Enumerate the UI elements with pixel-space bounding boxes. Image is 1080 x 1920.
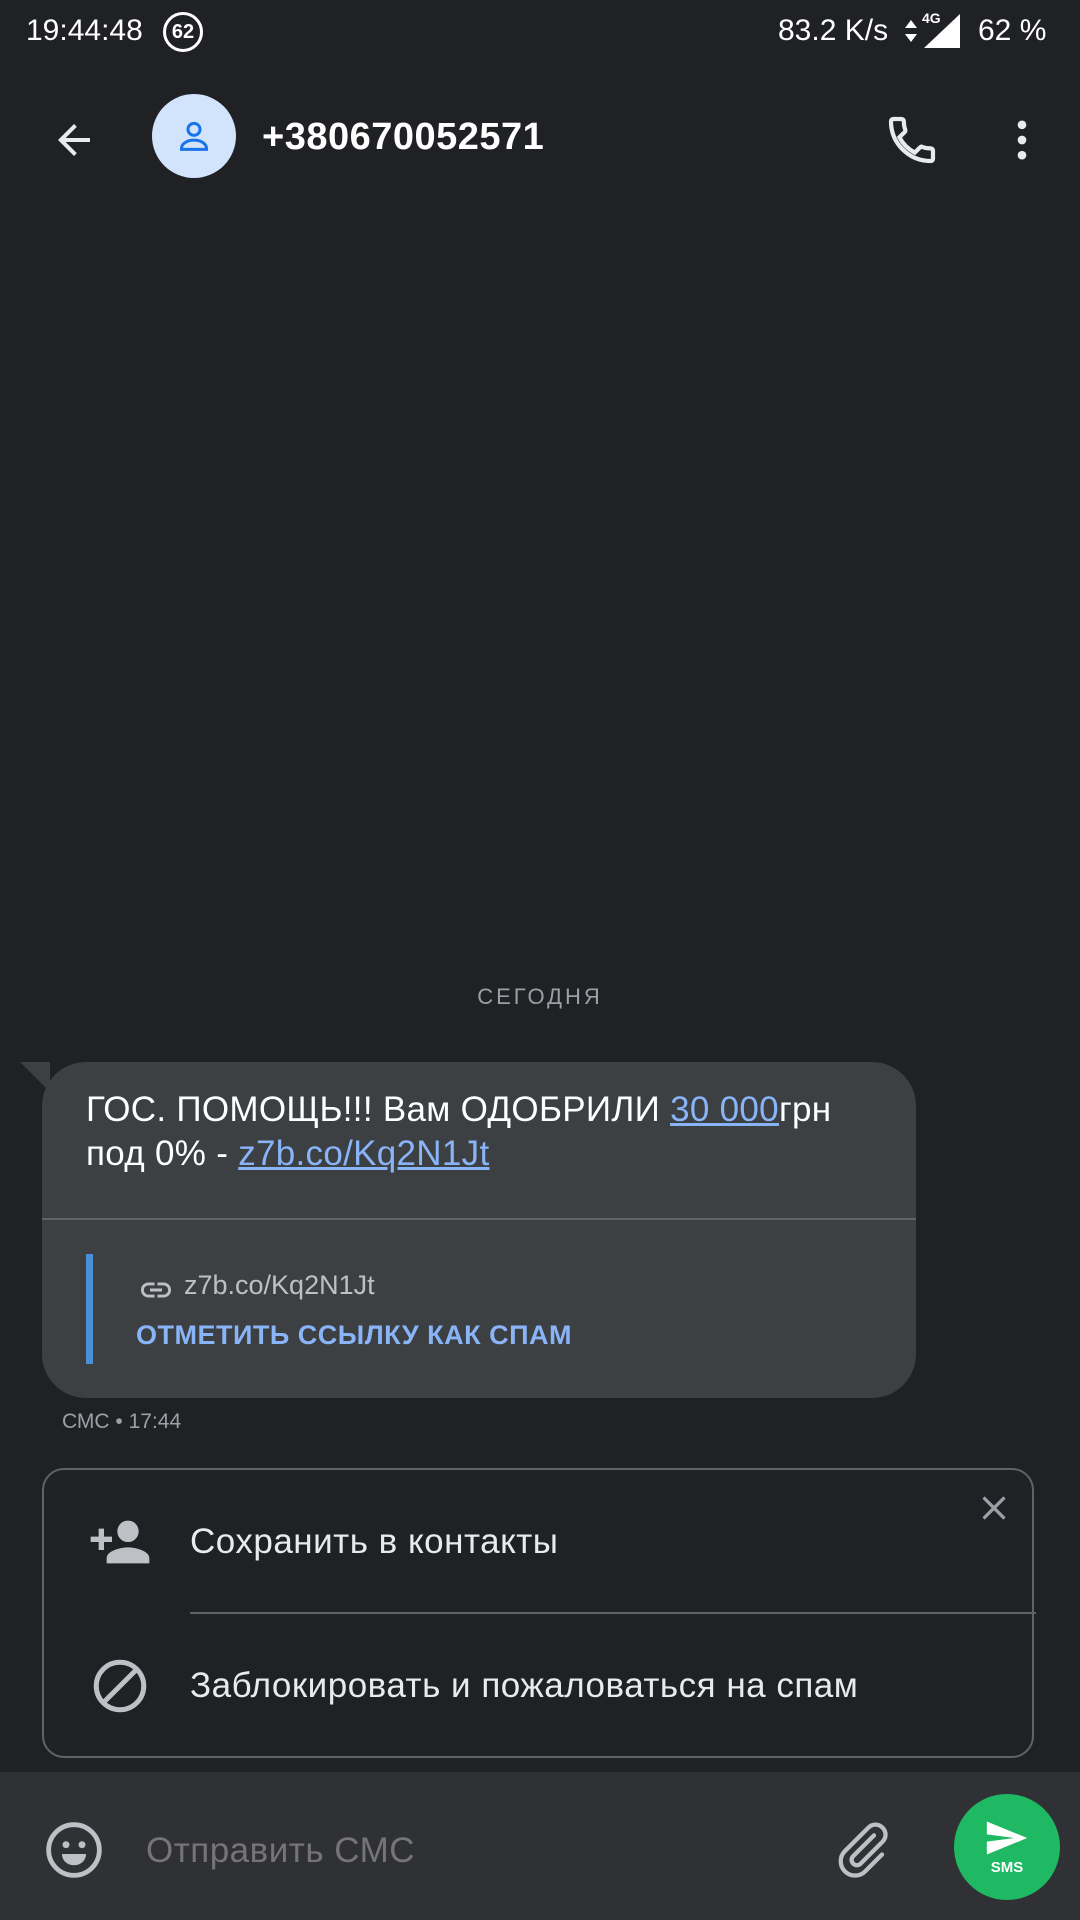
suggestion-card: Сохранить в контакты Заблокировать и пож… [42, 1468, 1036, 1758]
contact-avatar[interactable] [152, 94, 236, 178]
save-contact-row[interactable]: Сохранить в контакты [44, 1470, 1034, 1614]
amount-link[interactable]: 30 000 [670, 1090, 779, 1129]
url-link[interactable]: z7b.co/Kq2N1Jt [238, 1134, 489, 1173]
link-preview-url[interactable]: z7b.co/Kq2N1Jt [184, 1270, 375, 1301]
message-input[interactable] [146, 1826, 796, 1876]
network-speed: 83.2 K/s [778, 14, 889, 47]
bubble-divider [42, 1218, 916, 1220]
signal-icon [924, 14, 960, 48]
back-button[interactable] [38, 104, 110, 176]
block-icon [86, 1652, 154, 1720]
attach-icon[interactable] [830, 1814, 894, 1886]
more-options-button[interactable] [986, 104, 1058, 176]
send-sms-button[interactable]: SMS [954, 1794, 1060, 1900]
emoji-icon[interactable] [42, 1818, 106, 1882]
block-spam-label: Заблокировать и пожаловаться на спам [190, 1666, 859, 1705]
message-text: ГОС. ПОМОЩЬ!!! Вам ОДОБРИЛИ 30 000грн по… [86, 1088, 886, 1176]
contact-title[interactable]: +380670052571 [262, 116, 544, 159]
add-person-icon [86, 1508, 154, 1576]
send-label: SMS [990, 1858, 1024, 1876]
back-arrow-icon [58, 124, 90, 156]
mark-link-spam-button[interactable]: ОТМЕТИТЬ ССЫЛКУ КАК СПАМ [136, 1320, 572, 1351]
date-divider: СЕГОДНЯ [477, 984, 603, 1009]
status-bar: 19:44:48 62 83.2 K/s 4G 62 % [0, 0, 1080, 64]
call-button[interactable] [876, 104, 948, 176]
send-icon [986, 1821, 1028, 1854]
status-time: 19:44:48 [26, 14, 143, 47]
more-vert-icon [1017, 120, 1027, 160]
data-transfer-icon [905, 20, 917, 42]
person-icon [180, 121, 208, 151]
link-icon [141, 1282, 171, 1298]
link-preview-accent [86, 1254, 93, 1364]
notification-count-badge: 62 [163, 12, 203, 52]
phone-icon [888, 116, 936, 164]
battery-level: 62 % [978, 14, 1047, 47]
block-spam-row[interactable]: Заблокировать и пожаловаться на спам [44, 1614, 1034, 1758]
app-bar: +380670052571 [0, 64, 1080, 210]
save-contact-label: Сохранить в контакты [190, 1522, 559, 1561]
message-meta: СМС • 17:44 [62, 1410, 182, 1433]
message-text-part1: ГОС. ПОМОЩЬ!!! Вам ОДОБРИЛИ [86, 1090, 671, 1129]
message-bubble[interactable]: ГОС. ПОМОЩЬ!!! Вам ОДОБРИЛИ 30 000грн по… [42, 1062, 916, 1398]
